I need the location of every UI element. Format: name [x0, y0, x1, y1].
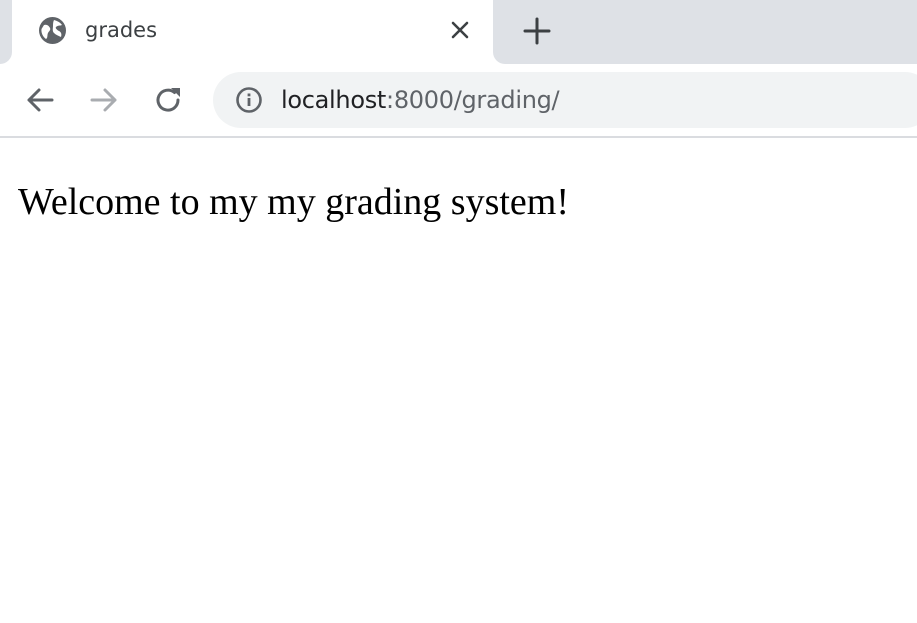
toolbar: localhost:8000/grading/: [0, 64, 917, 136]
tab-title: grades: [85, 18, 158, 42]
welcome-heading: Welcome to my my grading system!: [18, 181, 569, 223]
globe-icon: [38, 16, 67, 45]
browser-window: grades localhost:8000/grading/ Welcome t…: [0, 0, 917, 623]
url-text[interactable]: localhost:8000/grading/: [281, 83, 560, 117]
tab-strip: grades: [0, 0, 917, 64]
tab-corner-right: [493, 48, 505, 64]
tab-corner-left: [0, 48, 12, 64]
page-content: Welcome to my my grading system!: [0, 138, 917, 623]
tab-grades[interactable]: grades: [12, 0, 493, 64]
info-icon[interactable]: [235, 86, 263, 114]
url-host: localhost: [281, 86, 387, 114]
url-path: :8000/grading/: [386, 86, 560, 114]
reload-icon[interactable]: [152, 84, 184, 116]
address-bar[interactable]: localhost:8000/grading/: [213, 72, 917, 128]
close-icon[interactable]: [448, 18, 472, 42]
arrow-right-icon[interactable]: [88, 84, 120, 116]
arrow-left-icon[interactable]: [24, 84, 56, 116]
plus-icon[interactable]: [522, 16, 552, 46]
